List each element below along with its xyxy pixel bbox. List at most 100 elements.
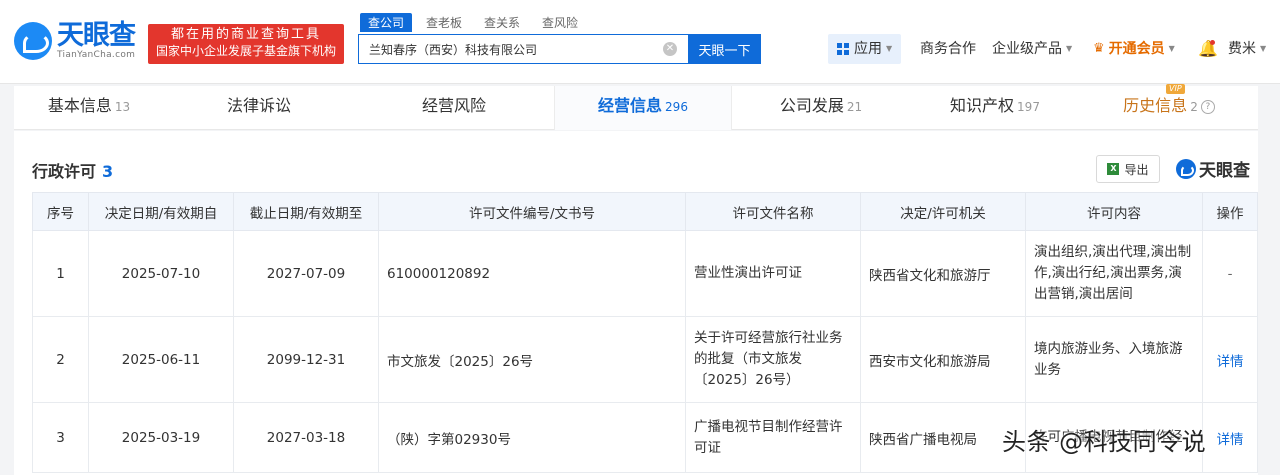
tab-label: 法律诉讼	[226, 96, 291, 115]
search-tab-boss[interactable]: 查老板	[418, 13, 470, 32]
nav-enterprise-label: 企业级产品	[992, 41, 1062, 57]
search-tab-relation[interactable]: 查关系	[476, 13, 528, 32]
search-tab-company[interactable]: 查公司	[360, 13, 413, 32]
tab-count: 13	[114, 100, 131, 114]
cell-doc-no: 市文旅发〔2025〕26号	[378, 316, 686, 403]
nav-vip-label: 开通会员	[1108, 41, 1165, 57]
cell-op: -	[1202, 230, 1258, 317]
search-tab-risk[interactable]: 查风险	[534, 13, 586, 32]
chevron-down-icon: ▼	[1066, 44, 1073, 53]
tab-risk[interactable]: 经营风险	[354, 86, 554, 130]
export-label: 导出	[1124, 162, 1149, 177]
cell-no: 1	[32, 230, 89, 317]
cell-no: 3	[32, 402, 89, 473]
tab-count: 21	[846, 100, 863, 114]
table-row: 2 2025-06-11 2099-12-31 市文旅发〔2025〕26号 关于…	[32, 316, 1258, 403]
cell-doc-no: 610000120892	[378, 230, 686, 317]
nav-business[interactable]: 商务合作	[920, 34, 976, 64]
col-header: 决定/许可机关	[860, 192, 1026, 231]
vip-badge: VIP	[1166, 84, 1185, 94]
tab-count: 197	[1017, 100, 1040, 114]
export-button[interactable]: X 导出	[1096, 155, 1160, 183]
cell-doc-name: 关于许可经营旅行社业务的批复（市文旅发〔2025〕26号）	[685, 316, 861, 403]
bell-icon[interactable]: 🔔	[1198, 34, 1218, 64]
help-icon[interactable]: ?	[1200, 99, 1215, 114]
nav-apps[interactable]: 应用 ▼	[828, 34, 902, 64]
table-header-row: 序号 决定日期/有效期自 截止日期/有效期至 许可文件编号/文书号 许可文件名称…	[32, 192, 1258, 231]
chevron-down-icon: ▼	[1168, 44, 1175, 53]
tab-label: 知识产权	[950, 96, 1015, 115]
source-watermark: 头条 @科技同令说	[1002, 428, 1207, 456]
cell-start-date: 2025-06-11	[88, 316, 234, 403]
tab-legal[interactable]: 法律诉讼	[164, 86, 354, 130]
logo-icon	[14, 22, 52, 60]
nav-vip[interactable]: ♛ 开通会员 ▼	[1093, 34, 1175, 64]
col-header: 序号	[32, 192, 89, 231]
table-row: 1 2025-07-10 2027-07-09 610000120892 营业性…	[32, 230, 1258, 317]
site-logo[interactable]: 天眼查 TianYanCha.com	[14, 20, 136, 60]
user-name: 费米	[1228, 41, 1256, 57]
tab-basic-info[interactable]: 基本信息 13	[14, 86, 164, 130]
logo-title: 天眼查	[57, 20, 136, 51]
slogan-line-1: 都在用的商业查询工具	[170, 27, 321, 42]
tab-history[interactable]: 历史信息 2? VIP	[1080, 84, 1258, 130]
col-header: 许可内容	[1025, 192, 1203, 231]
col-header: 决定日期/有效期自	[88, 192, 234, 231]
col-header: 许可文件编号/文书号	[378, 192, 686, 231]
cell-start-date: 2025-03-19	[88, 402, 234, 473]
chevron-down-icon: ▼	[886, 44, 893, 53]
logo-icon	[1176, 158, 1196, 179]
search-input[interactable]	[358, 34, 688, 64]
col-header: 操作	[1202, 192, 1258, 231]
cell-doc-name: 营业性演出许可证	[685, 230, 861, 317]
tab-label: 基本信息	[47, 96, 112, 115]
brand-text: 天眼查	[1199, 161, 1250, 181]
cell-authority: 陕西省广播电视局	[860, 402, 1026, 473]
tab-label: 公司发展	[779, 96, 844, 115]
cell-start-date: 2025-07-10	[88, 230, 234, 317]
section-title: 行政许可 3	[32, 158, 113, 182]
tab-label: 经营信息	[598, 96, 663, 115]
tab-count: 296	[665, 100, 688, 114]
cell-doc-no: （陕）字第02930号	[378, 402, 686, 473]
nav-apps-label: 应用	[854, 41, 882, 57]
section-title-text: 行政许可	[32, 162, 97, 181]
col-header: 截止日期/有效期至	[233, 192, 379, 231]
company-tabs: 基本信息 13 法律诉讼 经营风险 经营信息 296 公司发展 21 知识产权 197 …	[14, 84, 1258, 130]
cell-no: 2	[32, 316, 89, 403]
clear-icon[interactable]: ✕	[663, 42, 677, 56]
tab-ip[interactable]: 知识产权 197	[910, 86, 1080, 130]
section-count: 3	[102, 162, 114, 181]
search-box: ✕ 天眼一下	[358, 34, 761, 64]
search-type-tabs: 查公司 查老板 查关系 查风险	[360, 13, 592, 32]
cell-end-date: 2099-12-31	[233, 316, 379, 403]
cell-end-date: 2027-07-09	[233, 230, 379, 317]
tab-label: 经营风险	[421, 96, 486, 115]
logo-domain: TianYanCha.com	[57, 50, 136, 60]
tab-operation-info[interactable]: 经营信息 296	[554, 86, 732, 130]
cell-content: 演出组织,演出代理,演出制作,演出行纪,演出票务,演出营销,演出居间	[1025, 230, 1203, 317]
cell-authority: 西安市文化和旅游局	[860, 316, 1026, 403]
slogan-banner: 都在用的商业查询工具 国家中小企业发展子基金旗下机构	[148, 24, 344, 64]
tab-count: 2	[1190, 100, 1198, 114]
cell-authority: 陕西省文化和旅游厅	[860, 230, 1026, 317]
col-header: 许可文件名称	[685, 192, 861, 231]
nav-enterprise[interactable]: 企业级产品 ▼	[992, 34, 1072, 64]
detail-link[interactable]: 详情	[1202, 402, 1258, 473]
cell-doc-name: 广播电视节目制作经营许可证	[685, 402, 861, 473]
top-header: 天眼查 TianYanCha.com 都在用的商业查询工具 国家中小企业发展子基…	[0, 0, 1280, 84]
cell-content: 境内旅游业务、入境旅游业务	[1025, 316, 1203, 403]
search-button[interactable]: 天眼一下	[688, 34, 761, 64]
excel-icon: X	[1107, 163, 1120, 175]
detail-link[interactable]: 详情	[1202, 316, 1258, 403]
notification-dot	[1210, 40, 1215, 45]
brand-watermark: 天眼查	[1176, 156, 1250, 181]
nav-user[interactable]: 费米 ▼	[1228, 34, 1266, 64]
crown-icon: ♛	[1093, 41, 1105, 56]
grid-icon	[837, 43, 849, 55]
chevron-down-icon: ▼	[1260, 44, 1267, 53]
tab-development[interactable]: 公司发展 21	[732, 86, 910, 130]
cell-end-date: 2027-03-18	[233, 402, 379, 473]
tab-label: 历史信息	[1123, 96, 1188, 115]
slogan-line-2: 国家中小企业发展子基金旗下机构	[155, 44, 336, 58]
